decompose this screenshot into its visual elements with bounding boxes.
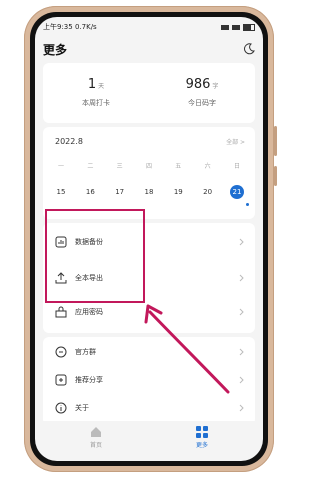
menu-item-about[interactable]: 关于 [43, 397, 255, 419]
info-icon [55, 402, 67, 414]
stat-unit: 字 [212, 83, 219, 90]
chevron-right-icon [239, 308, 244, 316]
stat-label: 本周打卡 [82, 99, 110, 107]
calendar-date-today[interactable]: 21 [229, 185, 244, 199]
chevron-right-icon [239, 348, 244, 356]
menu-item-label: 推荐分享 [75, 376, 103, 384]
weekday-label: 五 [175, 163, 182, 170]
status-speed: 0.7K/s [74, 23, 97, 31]
highlight-box [45, 209, 145, 303]
weekday-label: 六 [204, 163, 211, 170]
calendar-view-all[interactable]: 全部 > [226, 137, 245, 146]
calendar-month: 2022.8 [55, 137, 83, 146]
chevron-right-icon [239, 238, 244, 246]
stat-today-words: 986 字 今日码字 [149, 73, 255, 108]
nav-item-label: 首页 [89, 441, 102, 449]
menu-item-label: 应用密码 [75, 308, 103, 316]
stat-label: 今日码字 [188, 99, 216, 107]
weekday-label: 三 [116, 163, 123, 170]
menu-item-label: 官方群 [75, 348, 96, 356]
wifi-icon [232, 24, 240, 30]
home-icon [90, 426, 101, 437]
chevron-right-icon [239, 404, 244, 412]
chevron-right-icon [239, 274, 244, 282]
status-bar: 上午9:35 0.7K/s [43, 21, 255, 33]
menu-item-official-group[interactable]: 官方群 [43, 341, 255, 363]
grid-icon [195, 425, 208, 438]
stat-value: 1 [87, 77, 97, 92]
calendar-card: 2022.8 全部 > 一 二 三 四 五 六 日 15 16 17 18 19 [43, 127, 255, 219]
stat-value: 986 [185, 77, 211, 92]
stat-weekly-checkin: 1天 本周打卡 [43, 73, 149, 108]
menu-item-app-password[interactable]: 应用密码 [43, 301, 255, 323]
today-dot [246, 203, 249, 206]
nav-item-label: 更多 [195, 441, 208, 449]
night-mode-icon[interactable] [243, 43, 255, 55]
phone-side-button [274, 126, 277, 156]
stats-card: 1天 本周打卡 986 字 今日码字 [43, 63, 255, 123]
calendar-date[interactable]: 15 [49, 185, 73, 199]
menu-item-recommend-share[interactable]: 推荐分享 [43, 369, 255, 391]
chevron-right-icon [239, 376, 244, 384]
weekday-label: 四 [145, 163, 152, 170]
calendar-weekdays: 一 二 三 四 五 六 日 [49, 161, 249, 170]
menu-item-label: 关于 [75, 404, 89, 412]
calendar-date[interactable]: 17 [108, 185, 132, 199]
nav-item-home[interactable]: 首页 [90, 426, 102, 449]
phone-side-button [274, 166, 277, 186]
weekday-label: 二 [87, 163, 94, 170]
stat-unit: 天 [98, 83, 105, 90]
calendar-date[interactable]: 18 [137, 185, 161, 199]
calendar-date[interactable]: 20 [196, 185, 220, 199]
calendar-date[interactable]: 16 [78, 185, 102, 199]
page-header: 更多 [43, 39, 255, 59]
lock-icon [55, 306, 67, 318]
share-icon [55, 374, 67, 386]
signal-icon [221, 24, 229, 30]
status-time: 上午9:35 [43, 23, 73, 31]
page-title: 更多 [43, 42, 68, 57]
battery-icon [243, 23, 255, 31]
group-icon [55, 346, 67, 358]
weekday-label: 一 [57, 163, 64, 170]
calendar-date[interactable]: 19 [166, 185, 190, 199]
weekday-label: 日 [233, 163, 240, 170]
bottom-navigation: 首页 更多 [43, 421, 255, 453]
calendar-dates: 15 16 17 18 19 20 21 [49, 185, 249, 199]
menu-group-secondary: 官方群 推荐分享 关于 [43, 337, 255, 425]
nav-item-more[interactable]: 更多 [195, 425, 208, 449]
